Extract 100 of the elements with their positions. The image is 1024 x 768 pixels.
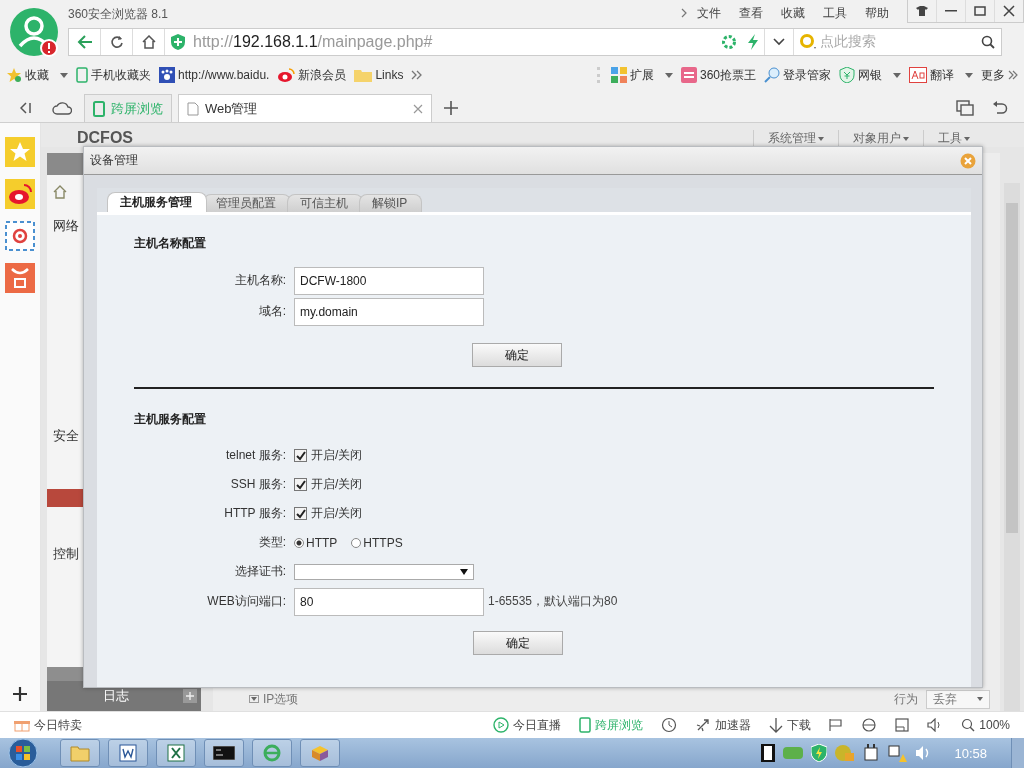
minimize-icon: [945, 10, 957, 12]
field-label: WEB访问端口:: [206, 593, 286, 610]
taskbar-app-button[interactable]: [156, 739, 196, 767]
radio-button[interactable]: [351, 537, 362, 548]
menu-item[interactable]: 文件: [697, 4, 721, 22]
back-arrow-icon: [76, 35, 93, 49]
extension-button[interactable]: 扩展: [610, 66, 673, 84]
magnifier-icon: [764, 67, 780, 83]
start-button[interactable]: [8, 738, 38, 768]
bookmark-link[interactable]: 手机收藏夹: [76, 66, 151, 84]
close-tab-icon[interactable]: [413, 103, 423, 114]
phone-icon: [93, 100, 105, 117]
phone-icon: [579, 717, 592, 733]
caret-icon: [818, 136, 824, 141]
certificate-select[interactable]: [294, 563, 474, 580]
caret-icon[interactable]: [664, 72, 673, 78]
bookmark-link[interactable]: 收藏: [6, 66, 68, 84]
checkbox[interactable]: [294, 507, 307, 520]
field-label: 主机名称:: [233, 272, 286, 289]
user-avatar-icon[interactable]: [10, 8, 60, 58]
flag-icon[interactable]: [829, 718, 844, 732]
field-label: HTTP 服务:: [223, 505, 286, 522]
port-field[interactable]: 80: [294, 587, 484, 616]
url-field[interactable]: http://192.168.1.1/mainpage.php#: [193, 33, 716, 51]
globe-icon[interactable]: [861, 717, 878, 733]
close-icon[interactable]: [960, 152, 976, 169]
text-field[interactable]: DCFW-1800: [294, 266, 484, 295]
section-title: 主机服务配置: [134, 411, 207, 428]
browser-title: 360安全浏览器 8.1: [68, 5, 170, 23]
shopping-icon[interactable]: [5, 263, 35, 293]
field-label: 行为: [894, 690, 918, 708]
menu-item[interactable]: 查看: [739, 4, 763, 22]
clock: 10:58: [954, 745, 987, 761]
console-icon: [213, 746, 235, 760]
dropdown-icon[interactable]: [764, 29, 794, 55]
chevron-icon[interactable]: [681, 8, 687, 18]
browser-icon: [262, 743, 282, 763]
section-title: 主机名称配置: [134, 235, 207, 252]
scrollbar[interactable]: [1004, 183, 1020, 711]
expand-button[interactable]: [183, 689, 197, 703]
field-label: telnet 服务:: [224, 447, 286, 464]
extension-button[interactable]: 更多: [981, 66, 1018, 84]
deals-link[interactable]: 今日特卖: [14, 716, 82, 734]
checkbox-label: 开启/关闭: [311, 476, 363, 493]
plus-icon: [444, 101, 458, 115]
shirt-icon: [916, 6, 928, 16]
tab[interactable]: 可信主机: [287, 194, 363, 212]
checkbox-label: 开启/关闭: [311, 447, 363, 464]
taskbar-app-button[interactable]: [204, 739, 244, 767]
spreadsheet-icon: [167, 744, 185, 762]
tab[interactable]: 解锁IP: [359, 194, 423, 212]
browser-tab[interactable]: Web管理: [178, 94, 432, 122]
caret-icon: [964, 136, 970, 141]
tab[interactable]: 主机服务管理: [107, 192, 207, 212]
confirm-button[interactable]: 确定: [472, 343, 562, 367]
ip-options-toggle[interactable]: IP选项: [249, 690, 299, 708]
extension-button[interactable]: 360抢票王: [680, 66, 756, 84]
status-bar-button[interactable]: 今日直播: [493, 716, 562, 734]
window-icon[interactable]: [895, 718, 910, 732]
status-bar-button[interactable]: 加速器: [695, 716, 752, 734]
translate-icon: [909, 67, 927, 83]
download-icon: [769, 717, 784, 733]
radio-label: HTTP: [306, 535, 338, 550]
maximize-icon: [974, 6, 986, 16]
bookmark-link[interactable]: http://www.baidu.: [159, 67, 270, 83]
extension-button[interactable]: 翻译: [909, 66, 973, 84]
checkbox-label: 开启/关闭: [311, 505, 363, 522]
zoom-level[interactable]: 100%: [961, 718, 1010, 732]
extension-button[interactable]: 网银: [839, 66, 901, 84]
email-icon[interactable]: [5, 221, 35, 251]
folder-icon: [70, 744, 90, 762]
grid-icon: [610, 67, 627, 83]
bookmark-link[interactable]: Links: [354, 68, 404, 82]
box-icon: [310, 744, 330, 762]
bookmark-link[interactable]: 新浪会员: [277, 66, 347, 84]
site-logo: DCFOS: [77, 129, 133, 147]
close-icon: [1003, 5, 1015, 17]
status-bar-button[interactable]: 下载: [769, 716, 812, 734]
confirm-button[interactable]: 确定: [473, 631, 563, 655]
clock-icon[interactable]: [661, 717, 678, 733]
text-field[interactable]: my.domain: [294, 297, 484, 326]
eye-logo-icon[interactable]: [5, 179, 35, 209]
double-chevron-icon: [1008, 70, 1018, 80]
extension-button[interactable]: 登录管家: [764, 66, 831, 84]
field-label: 类型:: [257, 534, 286, 551]
menu-item[interactable]: 工具: [823, 4, 847, 22]
caret-icon[interactable]: [965, 72, 973, 78]
ticket-icon: [680, 67, 697, 83]
action-select[interactable]: 丢弃: [926, 689, 990, 709]
caret-icon[interactable]: [893, 72, 901, 78]
checkbox[interactable]: [294, 449, 307, 462]
plus-icon: [186, 692, 194, 700]
radio-button[interactable]: [294, 537, 304, 548]
menu-item[interactable]: 帮助: [865, 4, 889, 22]
more-bookmarks-icon[interactable]: [411, 70, 424, 80]
checkbox[interactable]: [294, 478, 307, 491]
menu-item[interactable]: 收藏: [781, 4, 805, 22]
caret-icon[interactable]: [60, 72, 68, 78]
taskbar-app-button[interactable]: [108, 739, 148, 767]
field-label: 域名:: [257, 303, 286, 320]
